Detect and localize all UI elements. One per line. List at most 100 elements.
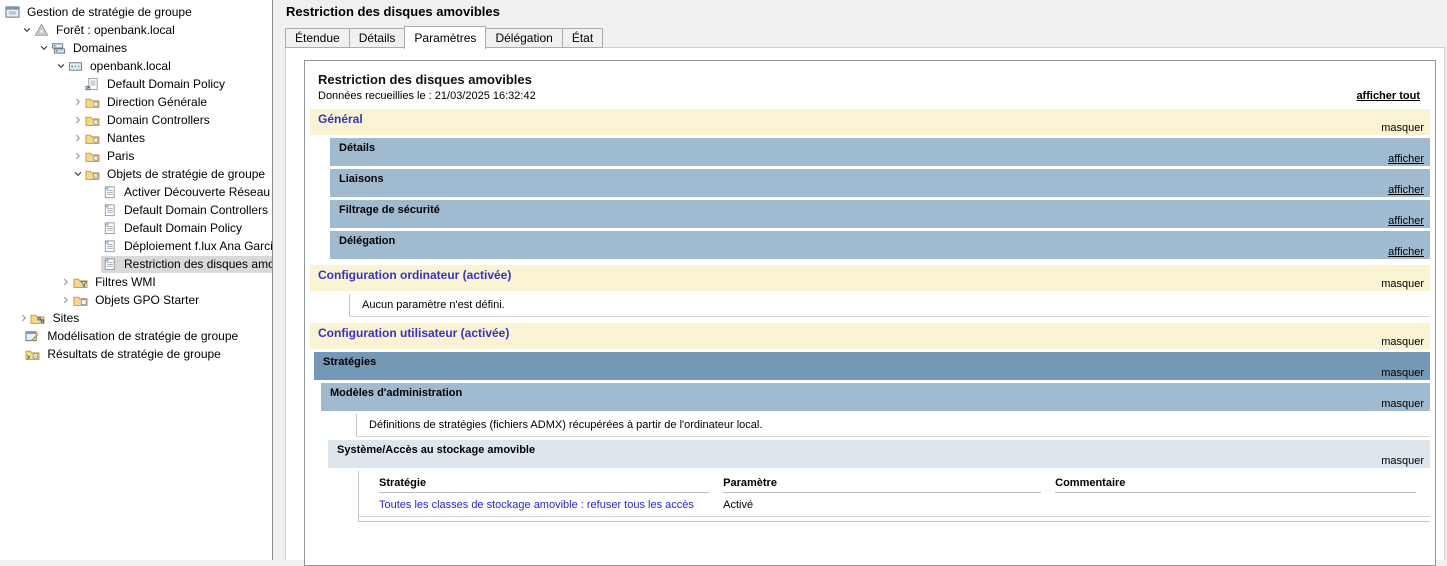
hide-link[interactable]: masquer: [1381, 336, 1424, 348]
chevron-expanded-icon[interactable]: [55, 60, 67, 72]
tab-strip: ÉtendueDétailsParamètresDélégationÉtat: [285, 26, 603, 48]
tree-item-forest-openbank[interactable]: Forêt : openbank.local: [0, 21, 272, 39]
tree-item-gp-modeling[interactable]: Modélisation de stratégie de groupe: [0, 327, 272, 345]
hide-link[interactable]: masquer: [1381, 455, 1424, 467]
tree-item-body: Filtres WMI: [72, 273, 272, 291]
show-all-link[interactable]: afficher tout: [1356, 90, 1420, 102]
tree-item-label: Modélisation de stratégie de groupe: [44, 328, 241, 344]
tree-item-domain-openbank-local[interactable]: openbank.local: [0, 57, 272, 75]
tree-item-label: Paris: [104, 148, 137, 164]
tab-details[interactable]: Détails: [349, 28, 405, 48]
tree-item-gpo-container[interactable]: Objets de stratégie de groupe: [0, 165, 272, 183]
wmi-folder-icon: [72, 275, 88, 289]
tree-item-label: Gestion de stratégie de groupe: [24, 4, 195, 20]
tree-item-label: Déploiement f.lux Ana Garcia: [121, 238, 273, 254]
tree-item-label: Activer Découverte Réseau: [121, 184, 273, 200]
tree-item-ou-paris[interactable]: Paris: [0, 147, 272, 165]
gpo-icon: [101, 203, 117, 217]
tree-item-body: Default Domain Controllers Po: [101, 201, 273, 219]
tree-item-body: Default Domain Policy: [101, 219, 272, 237]
chevron-expanded-icon[interactable]: [72, 168, 84, 180]
results-icon: [24, 347, 40, 361]
chevron-expanded-icon[interactable]: [38, 42, 50, 54]
chevron-collapsed-icon[interactable]: [72, 150, 84, 162]
tree-item-label: Objets GPO Starter: [92, 292, 202, 308]
tree-item-body: openbank.local: [67, 57, 272, 75]
tree-item-label: openbank.local: [87, 58, 174, 74]
show-link[interactable]: afficher: [1388, 246, 1424, 258]
tree-item-label: Sites: [50, 310, 83, 326]
tree-item-label: Default Domain Policy: [121, 220, 245, 236]
tree-item-gpo-default-domain-policy[interactable]: Default Domain Policy: [0, 219, 272, 237]
tree-item-gpo-starter[interactable]: Objets GPO Starter: [0, 291, 272, 309]
tree-item-body: Sites: [30, 309, 272, 327]
hide-link[interactable]: masquer: [1381, 367, 1424, 379]
hide-link[interactable]: masquer: [1381, 122, 1424, 134]
chevron-collapsed-icon[interactable]: [60, 294, 72, 306]
tree-item-label: Restriction des disques amovib: [121, 256, 273, 272]
policy-setting-value: Activé: [723, 493, 1055, 517]
chevron-spacer: [72, 78, 84, 90]
section-strategies: Stratégiesmasquer: [314, 352, 1430, 380]
chevron-collapsed-icon[interactable]: [72, 132, 84, 144]
chevron-collapsed-icon[interactable]: [18, 312, 30, 324]
tree-item-body: Forêt : openbank.local: [33, 21, 272, 39]
hide-link[interactable]: masquer: [1381, 278, 1424, 290]
section-label: Configuration ordinateur (activée): [318, 268, 511, 282]
tab-etendue[interactable]: Étendue: [285, 28, 349, 48]
section-label: Général: [318, 112, 363, 126]
chevron-spacer: [89, 240, 101, 252]
chevron-collapsed-icon[interactable]: [72, 114, 84, 126]
gpo-icon: [101, 257, 117, 271]
tree-item-body: Nantes: [84, 129, 272, 147]
tree-item-gpo-deploiement-flux-ana-garcia[interactable]: Déploiement f.lux Ana Garcia: [0, 237, 272, 255]
show-link[interactable]: afficher: [1388, 215, 1424, 227]
column-header-2: Commentaire: [1055, 471, 1430, 493]
tree-item-label: Default Domain Policy: [104, 76, 228, 92]
tree-item-label: Nantes: [104, 130, 148, 146]
tree-item-body: Modélisation de stratégie de groupe: [24, 327, 272, 345]
tree-item-gpo-restriction-disques-amovibles[interactable]: Restriction des disques amovib: [0, 255, 272, 273]
ou-icon: [84, 149, 100, 163]
show-link[interactable]: afficher: [1388, 153, 1424, 165]
tree-item-gpo-default-domain-controllers-po[interactable]: Default Domain Controllers Po: [0, 201, 272, 219]
chevron-spacer: [89, 258, 101, 270]
chevron-expanded-icon[interactable]: [21, 24, 33, 36]
tree-item-gpmc-root[interactable]: Gestion de stratégie de groupe: [0, 3, 272, 21]
chevron-spacer: [89, 222, 101, 234]
gpo-folder-icon: [84, 167, 100, 181]
chevron-collapsed-icon[interactable]: [60, 276, 72, 288]
tab-parametres[interactable]: Paramètres: [404, 26, 486, 49]
show-link[interactable]: afficher: [1388, 184, 1424, 196]
tree-item-gpo-link-default-domain-policy[interactable]: Default Domain Policy: [0, 75, 272, 93]
tree-item-body: Domain Controllers: [84, 111, 272, 129]
chevron-collapsed-icon[interactable]: [72, 96, 84, 108]
tree-item-gp-results[interactable]: Résultats de stratégie de groupe: [0, 345, 272, 363]
section-liaisons: Liaisonsafficher: [330, 169, 1430, 197]
section-modeles-administration: Modèles d'administrationmasquer: [321, 383, 1430, 411]
section-label: Filtrage de sécurité: [339, 204, 440, 216]
tree-item-ou-direction-generale[interactable]: Direction Générale: [0, 93, 272, 111]
column-header-1: Paramètre: [723, 471, 1055, 493]
report-collected-date: Données recueillies le : 21/03/2025 16:3…: [318, 90, 536, 102]
tree-item-label: Domaines: [70, 40, 130, 56]
policy-link[interactable]: Toutes les classes de stockage amovible …: [379, 499, 694, 511]
tree-item-ou-domain-controllers[interactable]: Domain Controllers: [0, 111, 272, 129]
tab-etat[interactable]: État: [562, 28, 603, 48]
tree-item-wmi-filters[interactable]: Filtres WMI: [0, 273, 272, 291]
tree-item-sites[interactable]: Sites: [0, 309, 272, 327]
tab-delegation[interactable]: Délégation: [486, 28, 561, 48]
policy-table: StratégieParamètreCommentaireToutes les …: [359, 471, 1430, 517]
tree-item-ou-nantes[interactable]: Nantes: [0, 129, 272, 147]
pane-divider[interactable]: [273, 0, 279, 560]
tree-item-body: Direction Générale: [84, 93, 272, 111]
tree-item-label: Direction Générale: [104, 94, 210, 110]
tree-item-body: Domaines: [50, 39, 272, 57]
tree-item-body: Résultats de stratégie de groupe: [24, 345, 272, 363]
ou-icon: [84, 95, 100, 109]
hide-link[interactable]: masquer: [1381, 398, 1424, 410]
section-label: Délégation: [339, 235, 395, 247]
note-definitions-admx: Définitions de stratégies (fichiers ADMX…: [356, 414, 1430, 437]
tree-item-domains[interactable]: Domaines: [0, 39, 272, 57]
tree-item-gpo-activer-decouverte-reseau[interactable]: Activer Découverte Réseau: [0, 183, 272, 201]
